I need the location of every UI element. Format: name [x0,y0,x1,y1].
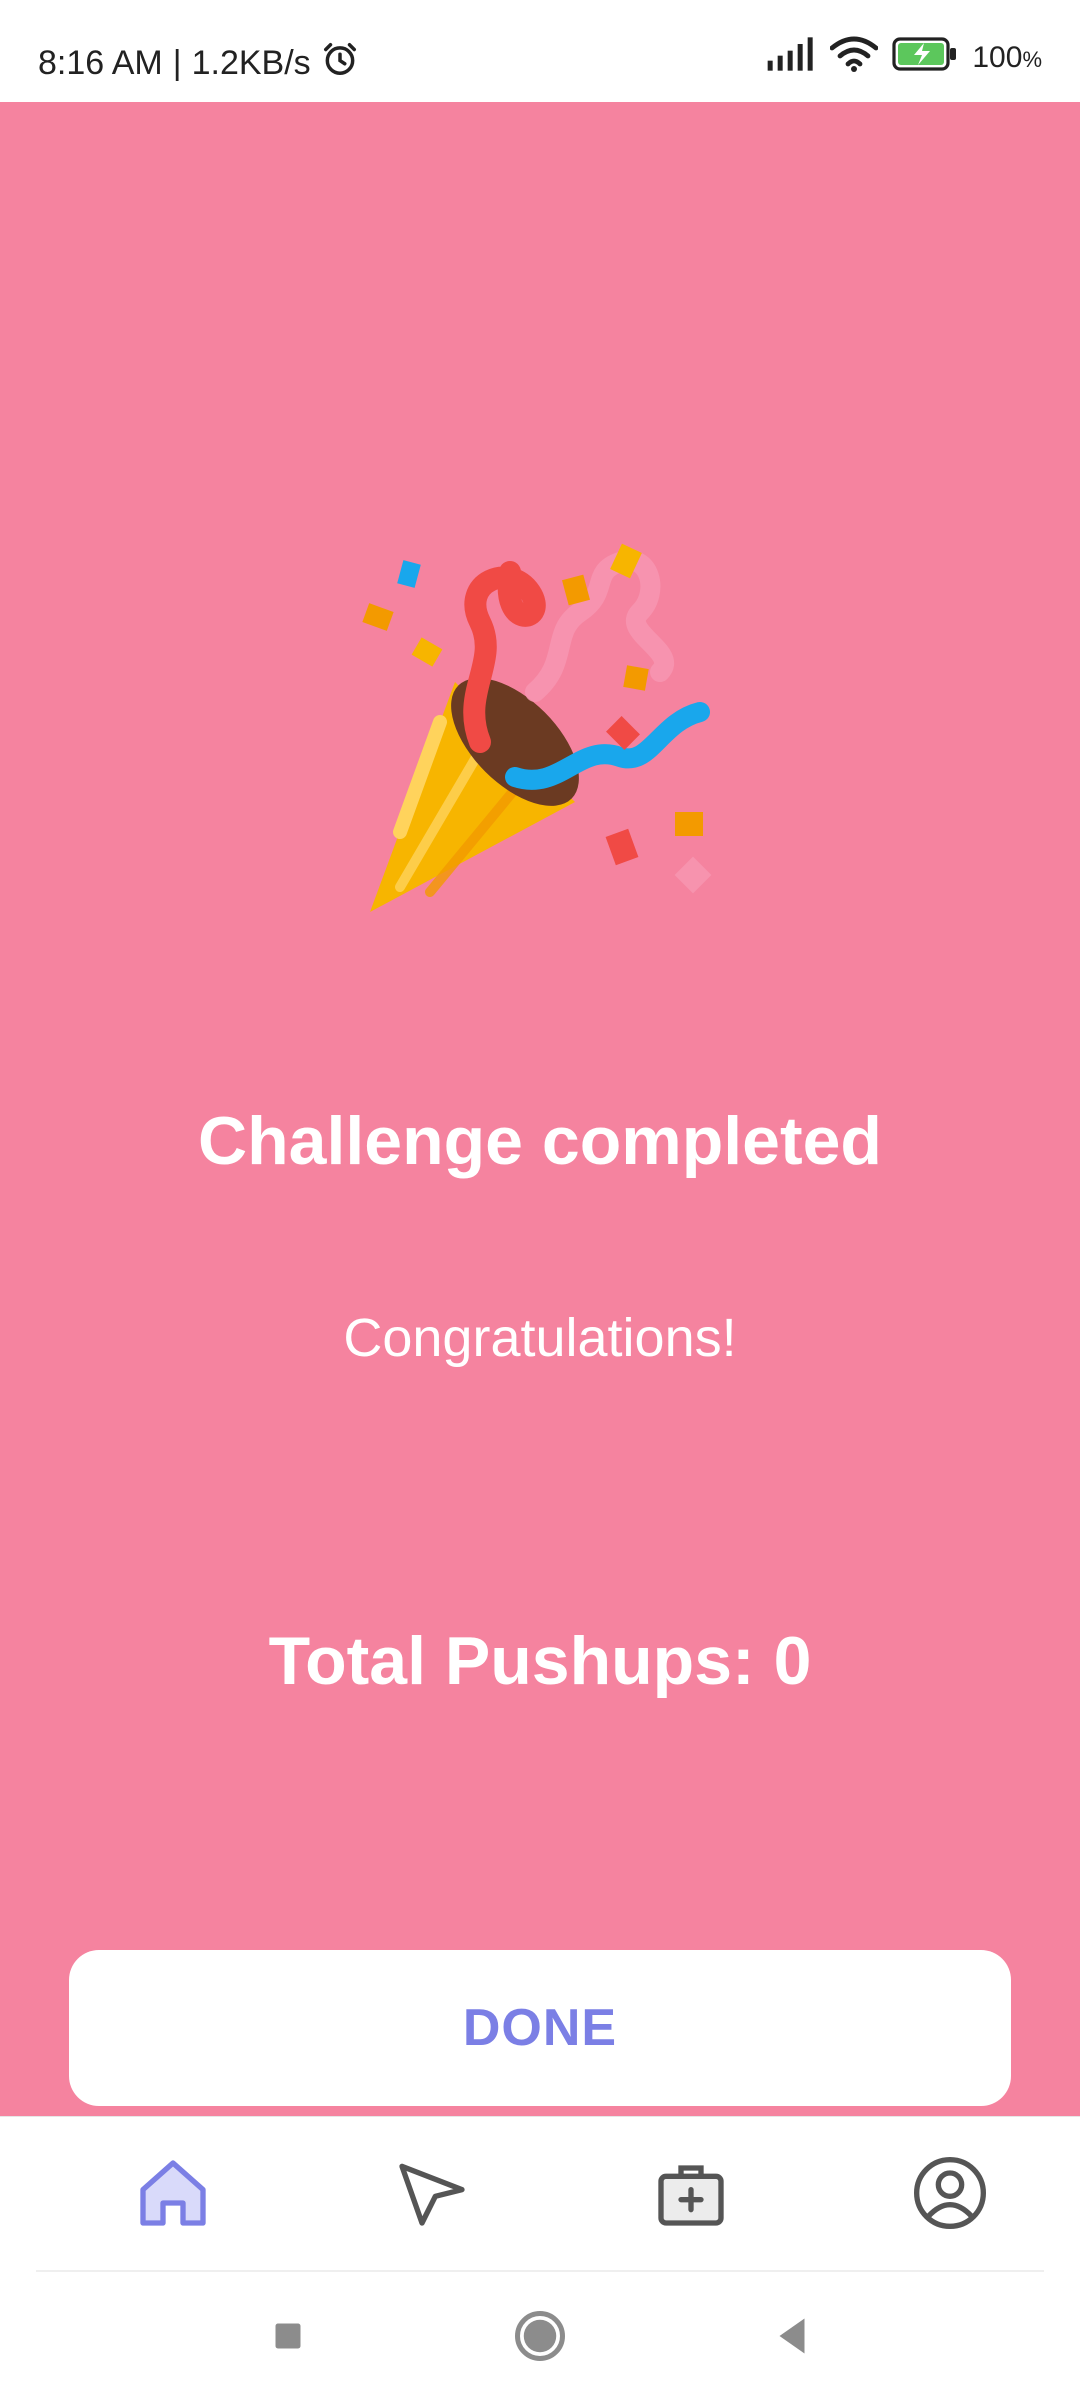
status-left: 8:16 AM | 1.2KB/s [38,40,359,87]
nav-item-health[interactable] [651,2153,731,2233]
battery-level: 100% [972,41,1042,74]
status-speed: 1.2KB/s [191,44,311,82]
signal-icon [766,37,816,79]
nav-item-explore[interactable] [392,2153,472,2233]
nav-item-home[interactable] [133,2153,213,2233]
navigation-arrow-icon [392,2163,472,2237]
wifi-icon [829,36,879,80]
party-popper-icon [360,542,720,922]
circle-icon [510,2311,570,2370]
done-button[interactable]: DONE [69,1950,1011,2106]
square-icon [258,2323,318,2370]
status-separator: | [172,44,182,82]
profile-icon [910,2157,990,2237]
back-triangle-icon [762,2318,822,2370]
battery-icon [892,37,958,79]
status-time: 8:16 AM [38,44,163,82]
page-title: Challenge completed [198,1103,882,1179]
status-right: 100% [766,36,1042,80]
home-system-button[interactable] [510,2306,570,2366]
status-bar: 8:16 AM | 1.2KB/s 100% [0,0,1080,102]
challenge-complete-screen: Challenge completed Congratulations! Tot… [0,102,1080,2116]
system-navigation-bar [0,2272,1080,2400]
nav-item-profile[interactable] [910,2153,990,2233]
recent-apps-button[interactable] [258,2306,318,2366]
alarm-icon [321,40,359,87]
back-button[interactable] [762,2306,822,2366]
medical-kit-icon [651,2165,731,2237]
bottom-navigation [0,2116,1080,2271]
home-icon [133,2160,213,2237]
congratulations-text: Congratulations! [343,1308,737,1368]
total-pushups: Total Pushups: 0 [268,1623,812,1699]
